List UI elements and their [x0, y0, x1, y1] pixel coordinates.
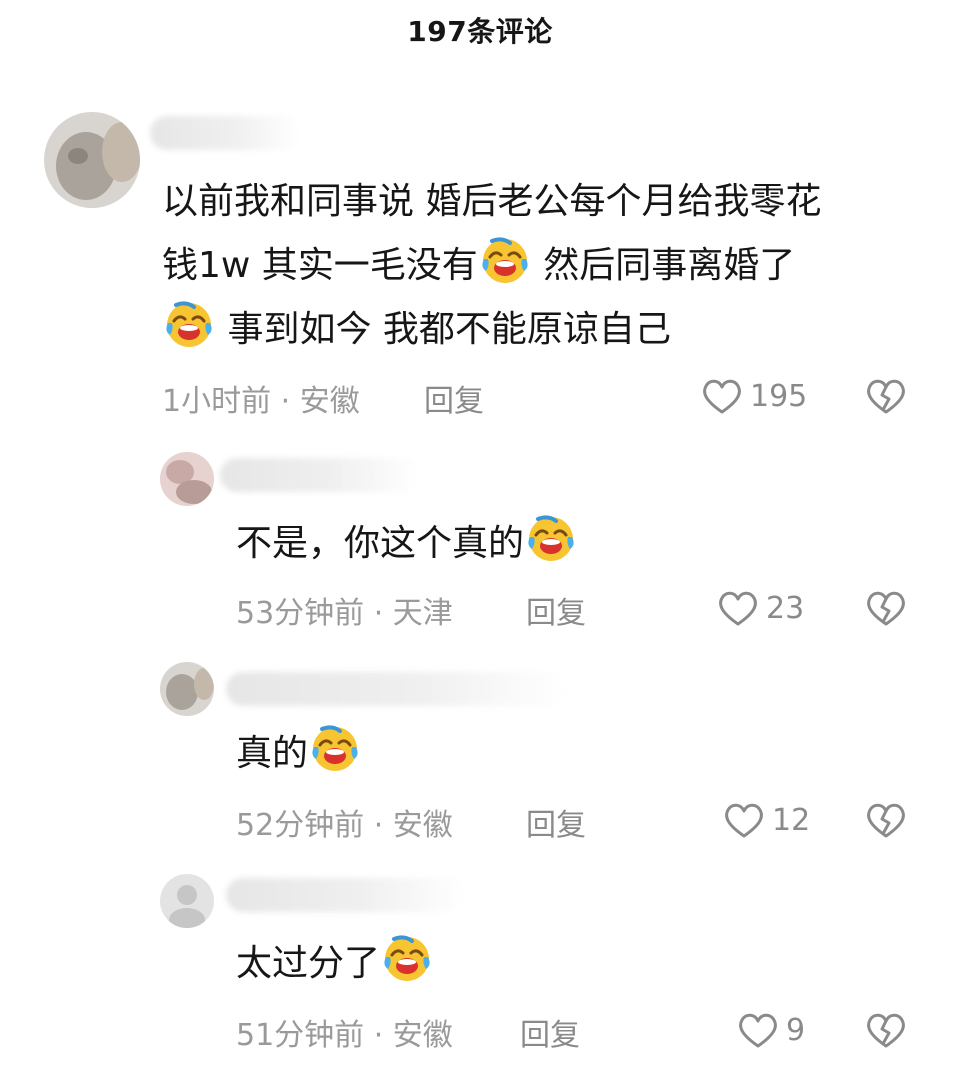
like-count: 23 [766, 590, 805, 626]
comment-text: 事到如今 我都不能原谅自己 [162, 298, 671, 362]
comment-text: 太过分了 [236, 932, 434, 996]
dislike-button[interactable] [864, 1010, 908, 1050]
crying-laughing-emoji [164, 299, 214, 349]
comment-line: 太过分了 [236, 943, 381, 984]
like-count: 12 [772, 802, 811, 838]
comment-time-location: 52分钟前 · 安徽 [236, 808, 453, 843]
broken-heart-icon [864, 1010, 908, 1050]
dislike-button[interactable] [864, 800, 908, 840]
comment-time-location: 51分钟前 · 安徽 [236, 1018, 453, 1053]
heart-outline-icon [700, 376, 744, 416]
username-blurred[interactable] [150, 116, 300, 150]
comment-line: 不是，你这个真的 [236, 523, 525, 564]
like-count: 9 [786, 1012, 806, 1048]
crying-laughing-emoji [526, 513, 576, 563]
crying-laughing-emoji [480, 235, 530, 285]
avatar[interactable] [160, 874, 214, 928]
like-button[interactable]: 195 [700, 376, 807, 416]
comment-line: 以前我和同事说 婚后老公每个月给我零花 [162, 181, 822, 222]
comment-text: 钱1w 其实一毛没有 然后同事离婚了 [162, 234, 795, 298]
comment-line: 事到如今 我都不能原谅自己 [227, 309, 671, 350]
crying-laughing-emoji [310, 723, 360, 773]
broken-heart-icon [864, 800, 908, 840]
username-blurred[interactable] [226, 672, 566, 706]
like-button[interactable]: 9 [736, 1010, 805, 1050]
broken-heart-icon [864, 588, 908, 628]
comment-line: 钱1w 其实一毛没有 [162, 245, 478, 286]
comment-text: 以前我和同事说 婚后老公每个月给我零花 [162, 170, 821, 234]
reply-button[interactable]: 回复 [526, 588, 586, 632]
username-blurred[interactable] [226, 878, 466, 912]
broken-heart-icon [864, 376, 908, 416]
avatar[interactable] [44, 112, 140, 208]
crying-laughing-emoji [382, 933, 432, 983]
comment-text: 真的 [236, 722, 362, 786]
reply-button[interactable]: 回复 [424, 376, 484, 420]
username-blurred[interactable] [220, 458, 420, 492]
comment-line: 然后同事离婚了 [531, 245, 796, 286]
comment-time-location: 1小时前 · 安徽 [162, 384, 360, 419]
dislike-button[interactable] [864, 588, 908, 628]
avatar[interactable] [160, 662, 214, 716]
heart-outline-icon [722, 800, 766, 840]
comment-text: 不是，你这个真的 [236, 512, 578, 576]
heart-outline-icon [736, 1010, 780, 1050]
heart-outline-icon [716, 588, 760, 628]
dislike-button[interactable] [864, 376, 908, 416]
avatar[interactable] [160, 452, 214, 506]
comment-time-location: 53分钟前 · 天津 [236, 596, 453, 631]
like-button[interactable]: 23 [716, 588, 804, 628]
comment-line: 真的 [236, 733, 309, 774]
reply-button[interactable]: 回复 [520, 1010, 580, 1054]
comments-count-title: 197条评论 [407, 15, 553, 48]
like-count: 195 [750, 378, 808, 414]
like-button[interactable]: 12 [722, 800, 810, 840]
reply-button[interactable]: 回复 [526, 800, 586, 844]
